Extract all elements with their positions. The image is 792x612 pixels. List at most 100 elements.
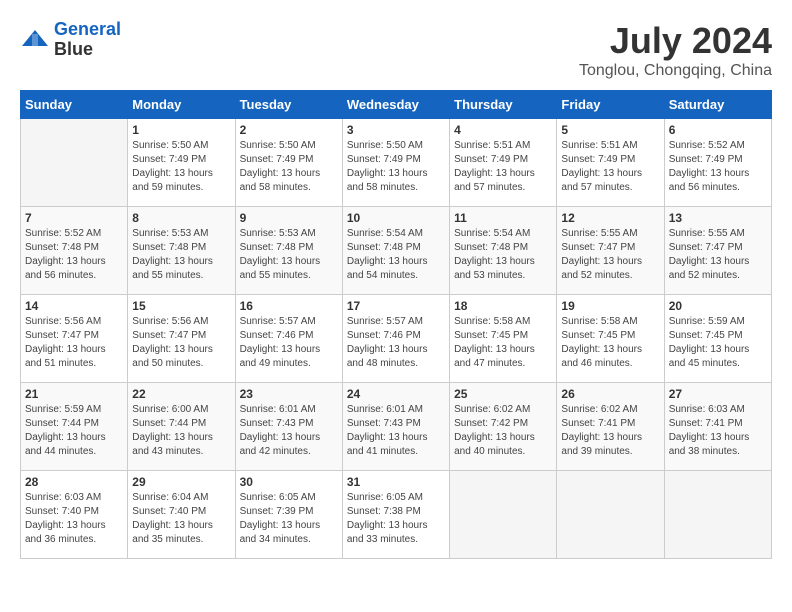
day-info: Sunrise: 5:57 AM Sunset: 7:46 PM Dayligh… — [240, 315, 338, 371]
day-info: Sunrise: 5:51 AM Sunset: 7:49 PM Dayligh… — [561, 139, 659, 195]
day-number: 15 — [132, 299, 230, 313]
month-year: July 2024 — [579, 20, 772, 62]
day-info: Sunrise: 5:52 AM Sunset: 7:49 PM Dayligh… — [669, 139, 767, 195]
day-info: Sunrise: 5:50 AM Sunset: 7:49 PM Dayligh… — [240, 139, 338, 195]
calendar-cell: 7Sunrise: 5:52 AM Sunset: 7:48 PM Daylig… — [21, 207, 128, 295]
calendar-cell: 27 Sunrise: 6:03 AM Sunset: 7:41 PM Dayli… — [664, 383, 771, 471]
day-number: 30 — [240, 475, 338, 489]
day-info: Sunrise: 6:02 AM Sunset: 7:42 PM Dayligh… — [454, 403, 552, 459]
weekday-header-tuesday: Tuesday — [235, 91, 342, 119]
day-number: 18 — [454, 299, 552, 313]
day-number: 1 — [132, 123, 230, 137]
day-info: Sunrise: 6:02 AM Sunset: 7:41 PM Dayligh… — [561, 403, 659, 459]
calendar-cell: 2 Sunrise: 5:50 AM Sunset: 7:49 PM Daylig… — [235, 119, 342, 207]
day-number: 17 — [347, 299, 445, 313]
day-info: Sunrise: 5:58 AM Sunset: 7:45 PM Dayligh… — [454, 315, 552, 371]
logo-text: General Blue — [54, 20, 121, 60]
weekday-header-monday: Monday — [128, 91, 235, 119]
calendar-cell: 1Sunrise: 5:50 AM Sunset: 7:49 PM Daylig… — [128, 119, 235, 207]
day-info: Sunrise: 5:53 AM Sunset: 7:48 PM Dayligh… — [132, 227, 230, 283]
weekday-header-thursday: Thursday — [450, 91, 557, 119]
day-number: 29 — [132, 475, 230, 489]
calendar-cell: 3 Sunrise: 5:50 AM Sunset: 7:49 PM Daylig… — [342, 119, 449, 207]
calendar-cell: 21 Sunrise: 5:59 AM Sunset: 7:44 PM Dayli… — [21, 383, 128, 471]
day-number: 2 — [240, 123, 338, 137]
day-number: 16 — [240, 299, 338, 313]
calendar-cell: 25 Sunrise: 6:02 AM Sunset: 7:42 PM Dayli… — [450, 383, 557, 471]
calendar-week-row: 21 Sunrise: 5:59 AM Sunset: 7:44 PM Dayli… — [21, 383, 772, 471]
calendar-cell — [21, 119, 128, 207]
calendar-cell: 13Sunrise: 5:55 AM Sunset: 7:47 PM Dayli… — [664, 207, 771, 295]
day-number: 5 — [561, 123, 659, 137]
logo-line1: General — [54, 19, 121, 39]
calendar-cell: 29 Sunrise: 6:04 AM Sunset: 7:40 PM Dayli… — [128, 471, 235, 559]
calendar-cell: 4 Sunrise: 5:51 AM Sunset: 7:49 PM Daylig… — [450, 119, 557, 207]
calendar-cell — [450, 471, 557, 559]
day-number: 11 — [454, 211, 552, 225]
day-info: Sunrise: 6:03 AM Sunset: 7:41 PM Dayligh… — [669, 403, 767, 459]
day-info: Sunrise: 5:50 AM Sunset: 7:49 PM Dayligh… — [347, 139, 445, 195]
day-info: Sunrise: 5:53 AM Sunset: 7:48 PM Dayligh… — [240, 227, 338, 283]
logo-icon — [20, 28, 50, 52]
calendar-week-row: 14Sunrise: 5:56 AM Sunset: 7:47 PM Dayli… — [21, 295, 772, 383]
day-number: 22 — [132, 387, 230, 401]
day-number: 8 — [132, 211, 230, 225]
day-number: 3 — [347, 123, 445, 137]
calendar-cell: 23Sunrise: 6:01 AM Sunset: 7:43 PM Dayli… — [235, 383, 342, 471]
calendar-cell: 8 Sunrise: 5:53 AM Sunset: 7:48 PM Daylig… — [128, 207, 235, 295]
calendar-cell: 30 Sunrise: 6:05 AM Sunset: 7:39 PM Dayli… — [235, 471, 342, 559]
page-header: General Blue July 2024 Tonglou, Chongqin… — [20, 20, 772, 80]
day-info: Sunrise: 6:05 AM Sunset: 7:38 PM Dayligh… — [347, 491, 445, 547]
day-info: Sunrise: 5:59 AM Sunset: 7:45 PM Dayligh… — [669, 315, 767, 371]
calendar-cell: 24 Sunrise: 6:01 AM Sunset: 7:43 PM Dayli… — [342, 383, 449, 471]
calendar-week-row: 1 Sunrise: 5:50 AM Sunset: 7:49 PM Daylig… — [21, 119, 772, 207]
calendar-week-row: 7Sunrise: 5:52 AM Sunset: 7:48 PM Daylig… — [21, 207, 772, 295]
day-number: 25 — [454, 387, 552, 401]
weekday-header-row: SundayMondayTuesdayWednesdayThursdayFrid… — [21, 91, 772, 119]
day-info: Sunrise: 6:05 AM Sunset: 7:39 PM Dayligh… — [240, 491, 338, 547]
calendar-week-row: 28Sunrise: 6:03 AM Sunset: 7:40 PM Dayli… — [21, 471, 772, 559]
day-info: Sunrise: 5:55 AM Sunset: 7:47 PM Dayligh… — [561, 227, 659, 283]
day-number: 6 — [669, 123, 767, 137]
day-info: Sunrise: 6:04 AM Sunset: 7:40 PM Dayligh… — [132, 491, 230, 547]
day-info: Sunrise: 5:54 AM Sunset: 7:48 PM Dayligh… — [454, 227, 552, 283]
day-info: Sunrise: 6:01 AM Sunset: 7:43 PM Dayligh… — [347, 403, 445, 459]
day-number: 10 — [347, 211, 445, 225]
calendar-cell — [664, 471, 771, 559]
weekday-header-saturday: Saturday — [664, 91, 771, 119]
day-info: Sunrise: 5:56 AM Sunset: 7:47 PM Dayligh… — [132, 315, 230, 371]
calendar-cell: 12Sunrise: 5:55 AM Sunset: 7:47 PM Dayli… — [557, 207, 664, 295]
calendar-cell: 22 Sunrise: 6:00 AM Sunset: 7:44 PM Dayli… — [128, 383, 235, 471]
weekday-header-wednesday: Wednesday — [342, 91, 449, 119]
logo-line2: Blue — [54, 40, 121, 60]
day-number: 24 — [347, 387, 445, 401]
day-info: Sunrise: 5:59 AM Sunset: 7:44 PM Dayligh… — [25, 403, 123, 459]
day-number: 21 — [25, 387, 123, 401]
day-number: 7 — [25, 211, 123, 225]
day-number: 23 — [240, 387, 338, 401]
day-number: 4 — [454, 123, 552, 137]
calendar-cell: 11 Sunrise: 5:54 AM Sunset: 7:48 PM Dayli… — [450, 207, 557, 295]
calendar-cell: 6 Sunrise: 5:52 AM Sunset: 7:49 PM Daylig… — [664, 119, 771, 207]
calendar-cell: 18 Sunrise: 5:58 AM Sunset: 7:45 PM Dayli… — [450, 295, 557, 383]
calendar-cell: 19Sunrise: 5:58 AM Sunset: 7:45 PM Dayli… — [557, 295, 664, 383]
day-number: 9 — [240, 211, 338, 225]
location: Tonglou, Chongqing, China — [579, 62, 772, 80]
day-info: Sunrise: 5:57 AM Sunset: 7:46 PM Dayligh… — [347, 315, 445, 371]
day-number: 20 — [669, 299, 767, 313]
day-info: Sunrise: 6:00 AM Sunset: 7:44 PM Dayligh… — [132, 403, 230, 459]
day-info: Sunrise: 5:56 AM Sunset: 7:47 PM Dayligh… — [25, 315, 123, 371]
day-number: 27 — [669, 387, 767, 401]
day-number: 13 — [669, 211, 767, 225]
calendar-cell: 5 Sunrise: 5:51 AM Sunset: 7:49 PM Daylig… — [557, 119, 664, 207]
day-number: 28 — [25, 475, 123, 489]
calendar-cell: 14Sunrise: 5:56 AM Sunset: 7:47 PM Dayli… — [21, 295, 128, 383]
day-number: 31 — [347, 475, 445, 489]
calendar-cell: 17 Sunrise: 5:57 AM Sunset: 7:46 PM Dayli… — [342, 295, 449, 383]
day-info: Sunrise: 5:51 AM Sunset: 7:49 PM Dayligh… — [454, 139, 552, 195]
day-number: 19 — [561, 299, 659, 313]
calendar-cell: 9 Sunrise: 5:53 AM Sunset: 7:48 PM Daylig… — [235, 207, 342, 295]
calendar-cell: 15 Sunrise: 5:56 AM Sunset: 7:47 PM Dayli… — [128, 295, 235, 383]
weekday-header-sunday: Sunday — [21, 91, 128, 119]
calendar-cell: 16 Sunrise: 5:57 AM Sunset: 7:46 PM Dayli… — [235, 295, 342, 383]
